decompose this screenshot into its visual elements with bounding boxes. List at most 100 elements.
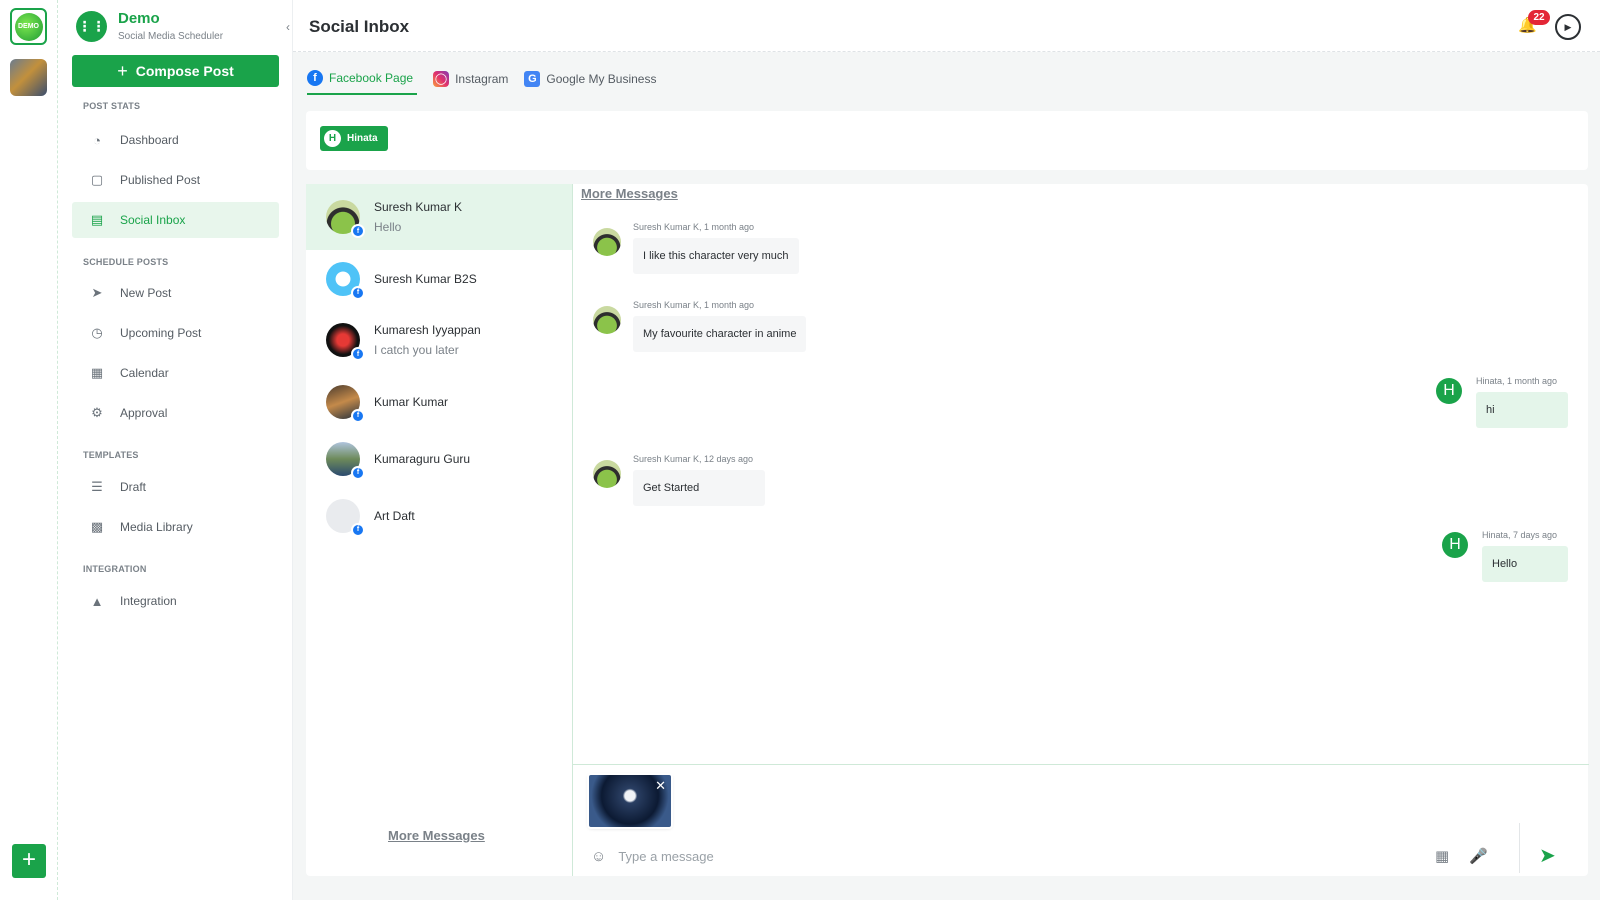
- facebook-icon: f: [351, 224, 365, 238]
- page-header: Social Inbox 🔔 22 ▶: [293, 0, 1600, 52]
- tab-label: Google My Business: [546, 71, 657, 86]
- message-bubble: Get Started: [633, 470, 765, 506]
- message-bubble: I like this character very much: [633, 238, 799, 274]
- sidebar-item-media-library[interactable]: ▩ Media Library: [72, 509, 279, 545]
- tab-facebook-page[interactable]: f Facebook Page: [307, 62, 418, 95]
- image-icon: ▩: [90, 519, 104, 534]
- message-meta: Hinata, 7 days ago: [1482, 530, 1558, 540]
- sidebar-item-integration[interactable]: ▲ Integration: [72, 583, 279, 619]
- google-my-business-icon: G: [524, 70, 541, 87]
- avatar: f: [326, 200, 365, 238]
- sidebar-item-upcoming-post[interactable]: ◷ Upcoming Post: [72, 315, 279, 351]
- sidebar-item-label: Integration: [120, 594, 177, 608]
- avatar: f: [326, 323, 365, 361]
- account-chip-hinata[interactable]: H Hinata: [320, 126, 388, 151]
- send-icon[interactable]: ➤: [1539, 843, 1556, 868]
- facebook-icon: f: [351, 465, 365, 480]
- message-input[interactable]: [618, 848, 1399, 864]
- brand-subtitle: Social Media Scheduler: [118, 31, 224, 42]
- sidebar-item-social-inbox[interactable]: ▤ Social Inbox: [72, 202, 279, 238]
- calendar-icon: ▦: [90, 365, 104, 380]
- avatar: H: [1442, 532, 1468, 558]
- sidebar-item-label: Draft: [120, 480, 147, 494]
- avatar: f: [326, 498, 365, 537]
- conversation-preview: I catch you later: [374, 343, 459, 357]
- sidebar-item-approval[interactable]: ⚙ Approval: [72, 395, 279, 431]
- emoji-icon[interactable]: ☺: [591, 848, 606, 865]
- gauge-icon: ◔: [93, 132, 101, 148]
- monitor-icon: ▢: [90, 172, 104, 187]
- tab-google-my-business[interactable]: G Google My Business: [524, 62, 656, 95]
- conversation-name: Suresh Kumar K: [374, 200, 463, 214]
- conversation-preview: Hello: [374, 220, 402, 234]
- sidebar-item-label: Calendar: [120, 366, 169, 380]
- conversation-name: Art Daft: [374, 508, 415, 523]
- workspace-demo[interactable]: DEMO: [10, 8, 47, 45]
- more-messages-link[interactable]: More Messages: [581, 186, 678, 201]
- avatar: f: [326, 441, 365, 480]
- sidebar-item-calendar[interactable]: ▦ Calendar: [72, 355, 279, 391]
- chart-icon: ▲: [90, 593, 104, 609]
- message-composer: ✕ ☺ ▦ 🎤 ➤: [573, 764, 1589, 876]
- play-icon: ▶: [1564, 21, 1572, 32]
- facebook-icon: f: [351, 285, 365, 300]
- conversation-item[interactable]: f Kumaraguru Guru: [306, 430, 572, 487]
- workspace-rail: DEMO +: [0, 0, 58, 900]
- tab-instagram[interactable]: ◯ Instagram: [433, 62, 508, 95]
- more-messages-link[interactable]: More Messages: [388, 828, 485, 843]
- close-icon[interactable]: ✕: [655, 778, 666, 794]
- chat-panel: More Messages Suresh Kumar K, 1 month ag…: [572, 184, 1589, 876]
- message-outgoing: H Hinata, 7 days ago Hello: [1442, 530, 1568, 582]
- facebook-icon: f: [351, 347, 365, 361]
- tab-label: Instagram: [455, 71, 509, 86]
- collapse-sidebar-icon[interactable]: ‹: [286, 20, 290, 34]
- sidebar-item-new-post[interactable]: ➤ New Post: [72, 275, 279, 311]
- conversation-item[interactable]: f Suresh Kumar B2S: [306, 250, 572, 307]
- sidebar-item-dashboard[interactable]: ◔ Dashboard: [72, 122, 279, 158]
- image-upload-icon[interactable]: ▦: [1435, 847, 1449, 865]
- message-meta: Suresh Kumar K, 1 month ago: [633, 300, 755, 310]
- sidebar-item-label: Social Inbox: [120, 213, 186, 227]
- message-incoming: Suresh Kumar K, 12 days ago Get Started: [593, 454, 765, 506]
- draft-icon: ☰: [91, 479, 103, 494]
- attachment-thumbnail: ✕: [589, 775, 671, 827]
- inbox-icon: ▤: [90, 212, 104, 227]
- compose-post-button[interactable]: + Compose Post: [72, 55, 279, 87]
- conversation-item[interactable]: f Art Daft: [306, 487, 572, 544]
- divider: [1519, 823, 1520, 873]
- avatar: H: [1436, 378, 1462, 404]
- conversation-item[interactable]: f Kumar Kumar: [306, 373, 572, 430]
- instagram-icon: ◯: [433, 70, 450, 87]
- account-name: Hinata: [347, 133, 378, 144]
- message-meta: Suresh Kumar K, 12 days ago: [633, 454, 754, 464]
- add-workspace-button[interactable]: +: [12, 844, 46, 878]
- approval-icon: ⚙: [91, 405, 103, 420]
- message-meta: Hinata, 1 month ago: [1476, 376, 1558, 386]
- workspace-secondary[interactable]: [10, 59, 47, 96]
- message-incoming: Suresh Kumar K, 1 month ago I like this …: [593, 222, 799, 274]
- notification-badge: 22: [1528, 10, 1550, 25]
- sidebar-item-label: Upcoming Post: [120, 326, 202, 340]
- section-templates: TEMPLATES: [83, 450, 139, 460]
- tab-label: Facebook Page: [329, 70, 414, 85]
- section-post-stats: POST STATS: [83, 101, 141, 111]
- sidebar-item-draft[interactable]: ☰ Draft: [72, 469, 279, 505]
- send-icon: ➤: [91, 285, 103, 300]
- brand-name: Demo: [118, 10, 160, 27]
- microphone-icon[interactable]: 🎤: [1469, 847, 1488, 865]
- demo-play-button[interactable]: ▶: [1555, 14, 1581, 40]
- conversation-name: Kumaresh Iyyappan: [374, 323, 481, 337]
- compose-post-label: Compose Post: [135, 63, 234, 79]
- platform-tabs: f Facebook Page ◯ Instagram G Google My …: [307, 62, 656, 95]
- conversation-item[interactable]: f Kumaresh Iyyappan I catch you later: [306, 307, 572, 373]
- section-schedule-posts: SCHEDULE POSTS: [83, 257, 169, 267]
- section-integration: INTEGRATION: [83, 564, 147, 574]
- avatar: [593, 306, 621, 334]
- sidebar-item-published-post[interactable]: ▢ Published Post: [72, 162, 279, 198]
- avatar: [593, 460, 621, 488]
- facebook-icon: f: [307, 69, 323, 86]
- sidebar: ⋮⋮ Demo Social Media Scheduler ‹ + Compo…: [58, 0, 293, 900]
- conversation-item[interactable]: f Suresh Kumar K Hello: [306, 184, 572, 250]
- brand-logo-icon: ⋮⋮: [76, 10, 107, 42]
- account-avatar: H: [324, 130, 341, 147]
